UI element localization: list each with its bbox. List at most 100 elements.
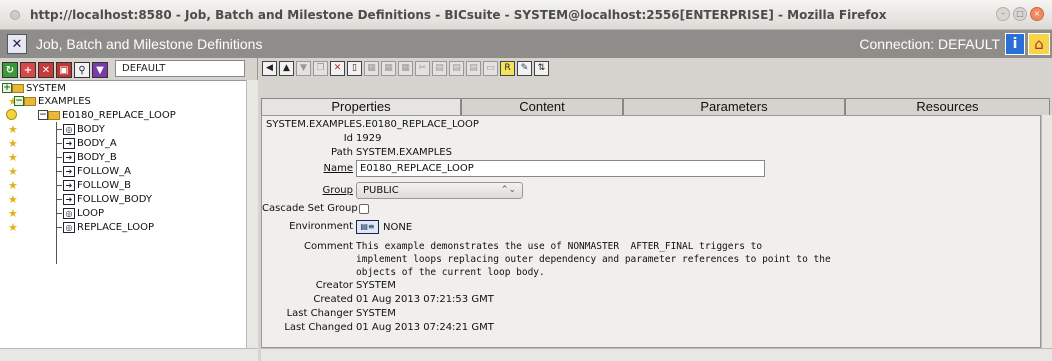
id-value: 1929 bbox=[356, 133, 382, 144]
tree-item-label: FOLLOW_A bbox=[77, 166, 132, 177]
info-icon[interactable]: i bbox=[1005, 33, 1025, 55]
paste2-icon[interactable]: ▤ bbox=[449, 61, 464, 76]
paste3-icon[interactable]: ▤ bbox=[466, 61, 481, 76]
refresh-icon[interactable]: ↻ bbox=[2, 62, 18, 78]
window-icon[interactable]: ▭ bbox=[483, 61, 498, 76]
tree-horizontal-scrollbar[interactable] bbox=[0, 348, 258, 361]
tree-item-label: FOLLOW_B bbox=[77, 180, 132, 191]
maximize-icon[interactable]: □ bbox=[1013, 7, 1027, 21]
name-row: Name E0180_REPLACE_LOOP bbox=[262, 160, 1042, 177]
app-logo-icon: ✕ bbox=[7, 34, 27, 54]
job-icon: ➔ bbox=[63, 137, 75, 149]
comment-row: Comment This example demonstrates the us… bbox=[262, 240, 1042, 282]
tree-connector bbox=[56, 157, 62, 158]
search-icon[interactable]: ⚲ bbox=[74, 62, 90, 78]
cascade-row: Cascade Set Group bbox=[262, 202, 1042, 216]
filter-input[interactable]: DEFAULT bbox=[115, 60, 245, 77]
collapse-icon[interactable]: − bbox=[14, 96, 24, 106]
properties-form: SYSTEM.EXAMPLES.E0180_REPLACE_LOOP Id 19… bbox=[261, 115, 1041, 348]
star-icon: ★ bbox=[8, 151, 18, 164]
grid-icon[interactable]: ▦ bbox=[364, 61, 379, 76]
group-select[interactable]: PUBLIC ⌃⌄ bbox=[356, 182, 523, 199]
tree-item-label: EXAMPLES bbox=[38, 96, 91, 107]
copy-icon[interactable]: ❐ bbox=[313, 61, 328, 76]
last-changer-row: Last Changer SYSTEM bbox=[262, 307, 1042, 321]
group-select-value: PUBLIC bbox=[363, 185, 399, 196]
tree-item-system[interactable]: + SYSTEM bbox=[2, 82, 66, 95]
tree-item-label: E0180_REPLACE_LOOP bbox=[62, 110, 176, 121]
expand-icon[interactable]: + bbox=[2, 83, 12, 93]
detail-vertical-scrollbar[interactable] bbox=[1041, 115, 1052, 348]
environment-icon[interactable]: ▤≡ bbox=[356, 220, 379, 234]
last-changed-row: Last Changed 01 Aug 2013 07:24:21 GMT bbox=[262, 321, 1042, 335]
detail-toolbar: ◀ ▲ ▼ ❐ ✕ ▯ ▦ ▦ ▦ ✂ ▤ ▤ ▤ ▭ R ✎ ⇅ bbox=[262, 61, 549, 79]
app-title: Job, Batch and Milestone Definitions bbox=[36, 36, 263, 52]
paste-icon[interactable]: ▤ bbox=[432, 61, 447, 76]
tree-item-e0180-replace-loop[interactable]: − E0180_REPLACE_LOOP bbox=[38, 109, 176, 122]
name-label: Name bbox=[323, 163, 353, 174]
environment-value: ▤≡ NONE bbox=[356, 220, 412, 235]
tree-vertical-scrollbar[interactable] bbox=[246, 80, 258, 348]
tree-item-body-b[interactable]: ➔ BODY_B bbox=[63, 151, 117, 164]
new-item-icon[interactable]: + bbox=[20, 62, 36, 78]
tree-item-body-a[interactable]: ➔ BODY_A bbox=[63, 137, 117, 150]
tree-connector bbox=[56, 213, 62, 214]
environment-label: Environment bbox=[289, 221, 353, 232]
select-arrow-icon: ⌃⌄ bbox=[500, 185, 516, 195]
sort-icon[interactable]: ⇅ bbox=[534, 61, 549, 76]
tree-item-label: SYSTEM bbox=[26, 83, 66, 94]
tree-item-replace-loop[interactable]: ◎ REPLACE_LOOP bbox=[63, 221, 154, 234]
cascade-checkbox[interactable] bbox=[359, 204, 369, 214]
navigator-toolbar: ↻ + ✕ ▣ ⚲ ▼ bbox=[2, 60, 108, 80]
delete-icon[interactable]: ✕ bbox=[330, 61, 345, 76]
home-icon[interactable]: ⌂ bbox=[1028, 33, 1050, 55]
definition-tree: + SYSTEM ★ − EXAMPLES − E0180_REPLACE_LOOP … bbox=[0, 80, 246, 348]
new-document-icon[interactable]: ▯ bbox=[347, 61, 362, 76]
star-icon: ★ bbox=[8, 221, 18, 234]
lock-icon[interactable]: ▣ bbox=[56, 62, 72, 78]
window-menu-dot[interactable] bbox=[10, 9, 20, 20]
comment-icon[interactable]: ✎ bbox=[517, 61, 532, 76]
tab-properties[interactable]: Properties bbox=[261, 98, 461, 115]
tab-parameters[interactable]: Parameters bbox=[623, 98, 845, 115]
detail-horizontal-scrollbar[interactable] bbox=[261, 348, 1052, 361]
detail-panel: ◀ ▲ ▼ ❐ ✕ ▯ ▦ ▦ ▦ ✂ ▤ ▤ ▤ ▭ R ✎ ⇅ Proper… bbox=[259, 58, 1052, 361]
group-row: Group PUBLIC ⌃⌄ bbox=[262, 182, 1042, 199]
tree-item-follow-body[interactable]: ➔ FOLLOW_BODY bbox=[63, 193, 152, 206]
tree-item-follow-a[interactable]: ➔ FOLLOW_A bbox=[63, 165, 131, 178]
created-row: Created 01 Aug 2013 07:21:53 GMT bbox=[262, 293, 1042, 307]
name-field[interactable]: E0180_REPLACE_LOOP bbox=[356, 160, 765, 177]
minimize-icon[interactable]: – bbox=[996, 7, 1010, 21]
path-label: Path bbox=[331, 147, 353, 158]
cascade-label: Cascade Set Group bbox=[262, 203, 358, 214]
created-value: 01 Aug 2013 07:21:53 GMT bbox=[356, 294, 494, 305]
down-arrow-icon[interactable]: ▼ bbox=[296, 61, 311, 76]
tree-item-body[interactable]: ◎ BODY bbox=[63, 123, 105, 136]
comment-line: implement loops replacing outer dependen… bbox=[356, 254, 831, 265]
tree-item-follow-b[interactable]: ➔ FOLLOW_B bbox=[63, 179, 131, 192]
navigator-panel: ↻ + ✕ ▣ ⚲ ▼ DEFAULT + SYSTEM ★ − EXAMPLES … bbox=[0, 58, 258, 361]
tab-content[interactable]: Content bbox=[461, 98, 623, 115]
back-arrow-icon[interactable]: ◀ bbox=[262, 61, 277, 76]
grid2-icon[interactable]: ▦ bbox=[381, 61, 396, 76]
cut-icon[interactable]: ✂ bbox=[415, 61, 430, 76]
grid3-icon[interactable]: ▦ bbox=[398, 61, 413, 76]
last-changer-label: Last Changer bbox=[286, 308, 353, 319]
rename-icon[interactable]: R bbox=[500, 61, 515, 76]
environment-value-text: NONE bbox=[383, 222, 413, 233]
tree-item-loop[interactable]: ◎ LOOP bbox=[63, 207, 104, 220]
close-icon[interactable]: × bbox=[1030, 7, 1044, 21]
job-icon: ➔ bbox=[63, 151, 75, 163]
tab-resources[interactable]: Resources bbox=[845, 98, 1050, 115]
tree-item-examples[interactable]: − EXAMPLES bbox=[14, 95, 91, 108]
id-row: Id 1929 bbox=[262, 132, 1042, 146]
tree-item-label: LOOP bbox=[77, 208, 104, 219]
filter-icon[interactable]: ▼ bbox=[92, 62, 108, 78]
up-arrow-icon[interactable]: ▲ bbox=[279, 61, 294, 76]
comment-line: objects of the current loop body. bbox=[356, 267, 545, 278]
environment-row: Environment ▤≡ NONE bbox=[262, 220, 1042, 236]
folder-icon bbox=[24, 96, 36, 106]
collapse-icon[interactable]: − bbox=[38, 110, 48, 120]
object-fullname: SYSTEM.EXAMPLES.E0180_REPLACE_LOOP bbox=[266, 119, 479, 130]
delete-item-icon[interactable]: ✕ bbox=[38, 62, 54, 78]
